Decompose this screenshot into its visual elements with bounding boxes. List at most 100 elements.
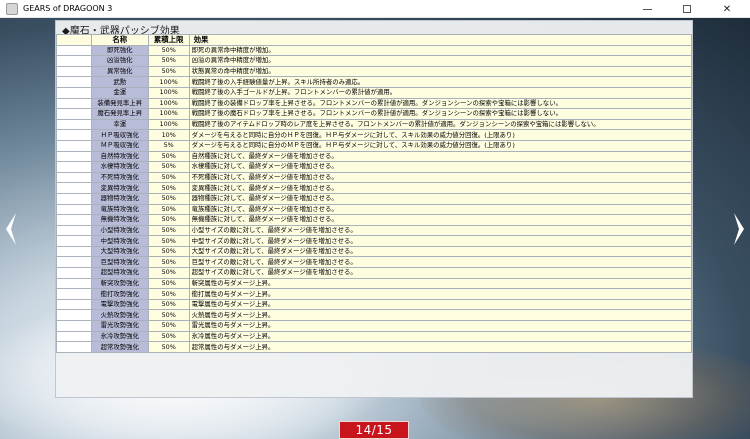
effect-name: 不死特攻強化 — [90, 171, 149, 184]
effect-description: 戦闘終了後の装備ドロップ率を上昇させる。フロントメンバーの累計値が適用。ダンジョ… — [188, 97, 693, 110]
effect-description: 中型サイズの敵に対して、最終ダメージ値を増加させる。 — [188, 235, 693, 247]
effect-description: 超常属性の与ダメージ上昇。 — [188, 341, 693, 353]
cumulative-limit: 50% — [147, 224, 190, 237]
effect-name: 装備発見率上昇 — [90, 97, 149, 110]
cumulative-limit: 50% — [147, 277, 190, 290]
table-row: 魔石発見率上昇 100% 戦闘終了後の魔石ドロップ率を上昇させる。フロントメンバーの… — [56, 108, 693, 120]
effect-name: ＭＰ吸収強化 — [90, 139, 149, 152]
row-blank-cell — [56, 298, 92, 311]
row-blank-cell — [56, 44, 92, 57]
row-blank-cell — [56, 245, 92, 258]
row-blank-cell — [56, 150, 92, 163]
header-effect: 効果 — [188, 34, 693, 46]
maximize-icon — [683, 5, 691, 13]
table-row: 中型特攻強化 50% 中型サイズの敵に対して、最終ダメージ値を増加させる。 — [56, 235, 693, 247]
cumulative-limit: 50% — [147, 309, 190, 322]
effect-description: 大型サイズの敵に対して、最終ダメージ値を増加させる。 — [188, 245, 693, 258]
app-icon — [6, 2, 18, 15]
effect-name: 金運 — [90, 86, 149, 99]
effect-description: 凶溢の異常命中精度が増加。 — [188, 55, 693, 67]
row-blank-cell — [56, 97, 92, 110]
table-row: 金運 100% 戦闘終了後の入手ゴールドが上昇。フロントメンバーの累計値が適用。 — [56, 86, 693, 99]
effect-name: 電撃攻勢強化 — [90, 298, 149, 311]
effect-description: 器物種族に対して、最終ダメージ値を増加させる。 — [188, 192, 693, 205]
effect-name: 斬突攻勢強化 — [90, 277, 149, 290]
cumulative-limit: 10% — [147, 129, 190, 141]
table-row: 凶溢強化 50% 凶溢の異常命中精度が増加。 — [56, 55, 693, 67]
effect-description: 不死種族に対して、最終ダメージ値を増加させる。 — [188, 171, 693, 184]
cumulative-limit: 50% — [147, 256, 190, 269]
table-row: 斬突攻勢強化 50% 斬突属性の与ダメージ上昇。 — [56, 277, 693, 290]
table-row: 小型特攻強化 50% 小型サイズの敵に対して、最終ダメージ値を増加させる。 — [56, 224, 693, 237]
cumulative-limit: 100% — [147, 118, 190, 131]
table-row: ＨＰ吸収強化 10% ダメージを与えると同時に自分のＨＰを回復。ＨＰ与ダメージに対し… — [56, 129, 693, 141]
row-blank-cell — [56, 203, 92, 216]
cumulative-limit: 50% — [147, 320, 190, 332]
minimize-icon — [642, 8, 652, 10]
row-blank-cell — [56, 76, 92, 88]
window-titlebar: GEARS of DRAGOON 3 ✕ — [0, 0, 750, 18]
effect-description: 竜族種族に対して、最終ダメージ値を増加させる。 — [188, 203, 693, 216]
table-row: 自然特攻強化 50% 自然種族に対して、最終ダメージ値を増加させる。 — [56, 150, 693, 163]
effect-name: 衝打攻勢強化 — [90, 288, 149, 300]
effect-description: 小型サイズの敵に対して、最終ダメージ値を増加させる。 — [188, 224, 693, 237]
cumulative-limit: 100% — [147, 86, 190, 99]
effect-description: 戦闘終了後の入手ゴールドが上昇。フロントメンバーの累計値が適用。 — [188, 86, 693, 99]
effect-name: 氷冷攻勢強化 — [90, 330, 149, 343]
table-row: 幸運 100% 戦闘終了後のアイテムドロップ時のレア度を上昇させる。フロントメンバー… — [56, 118, 693, 131]
table-row: 竜族特攻強化 50% 竜族種族に対して、最終ダメージ値を増加させる。 — [56, 203, 693, 216]
row-blank-cell — [56, 214, 92, 226]
table-row: 不死特攻強化 50% 不死種族に対して、最終ダメージ値を増加させる。 — [56, 171, 693, 184]
chevron-left-icon — [6, 213, 16, 245]
prev-page-button[interactable] — [4, 211, 18, 247]
table-row: 衝打攻勢強化 50% 衝打属性の与ダメージ上昇。 — [56, 288, 693, 300]
effect-name: 小型特攻強化 — [90, 224, 149, 237]
row-blank-cell — [56, 267, 92, 279]
table-row: 器物特攻強化 50% 器物種族に対して、最終ダメージ値を増加させる。 — [56, 192, 693, 205]
row-blank-cell — [56, 256, 92, 269]
effect-description: 氷冷属性の与ダメージ上昇。 — [188, 330, 693, 343]
row-blank-cell — [56, 182, 92, 194]
effect-name: 凶溢強化 — [90, 55, 149, 67]
window-title: GEARS of DRAGOON 3 — [23, 4, 113, 13]
cumulative-limit: 50% — [147, 245, 190, 258]
cumulative-limit: 50% — [147, 203, 190, 216]
minimize-button[interactable] — [632, 0, 662, 18]
cumulative-limit: 50% — [147, 55, 190, 67]
effect-name: 異常強化 — [90, 65, 149, 78]
next-page-button[interactable] — [732, 211, 746, 247]
row-blank-cell — [56, 161, 92, 173]
row-blank-cell — [56, 108, 92, 120]
effect-name: 火熱攻勢強化 — [90, 309, 149, 322]
cumulative-limit: 50% — [147, 192, 190, 205]
effect-description: ダメージを与えると同時に自分のＨＰを回復。ＨＰ与ダメージに対して、スキル効果の威… — [188, 129, 693, 141]
effect-description: 無機種族に対して、最終ダメージ値を増加させる。 — [188, 214, 693, 226]
cumulative-limit: 50% — [147, 330, 190, 343]
effect-description: 状態異常の命中精度が増加。 — [188, 65, 693, 78]
table-row: ＭＰ吸収強化 5% ダメージを与えると同時に自分のＭＰを回復。ＨＰ与ダメージに対して… — [56, 139, 693, 152]
row-blank-cell — [56, 139, 92, 152]
close-button[interactable]: ✕ — [712, 0, 742, 18]
effect-name: 水棲特攻強化 — [90, 161, 149, 173]
effect-name: ＨＰ吸収強化 — [90, 129, 149, 141]
effect-name: 武勲 — [90, 76, 149, 88]
row-blank-cell — [56, 171, 92, 184]
row-blank-cell — [56, 129, 92, 141]
effect-description: 変異種族に対して、最終ダメージ値を増加させる。 — [188, 182, 693, 194]
effect-description: 火熱属性の与ダメージ上昇。 — [188, 309, 693, 322]
header-blank-cell — [56, 34, 92, 46]
maximize-button[interactable] — [672, 0, 702, 18]
cumulative-limit: 50% — [147, 150, 190, 163]
table-row: 超型特攻強化 50% 超型サイズの敵に対して、最終ダメージ値を増加させる。 — [56, 267, 693, 279]
cumulative-limit: 50% — [147, 44, 190, 57]
cumulative-limit: 50% — [147, 341, 190, 353]
table-row: 超常攻勢強化 50% 超常属性の与ダメージ上昇。 — [56, 341, 693, 353]
table-row: 氷冷攻勢強化 50% 氷冷属性の与ダメージ上昇。 — [56, 330, 693, 343]
effect-name: 超常攻勢強化 — [90, 341, 149, 353]
row-blank-cell — [56, 277, 92, 290]
cumulative-limit: 100% — [147, 108, 190, 120]
table-row: 雷光攻勢強化 50% 雷光属性の与ダメージ上昇。 — [56, 320, 693, 332]
effect-description: 斬突属性の与ダメージ上昇。 — [188, 277, 693, 290]
effect-name: 幸運 — [90, 118, 149, 131]
table-header-row: 名称 累積上限 効果 — [56, 34, 693, 46]
